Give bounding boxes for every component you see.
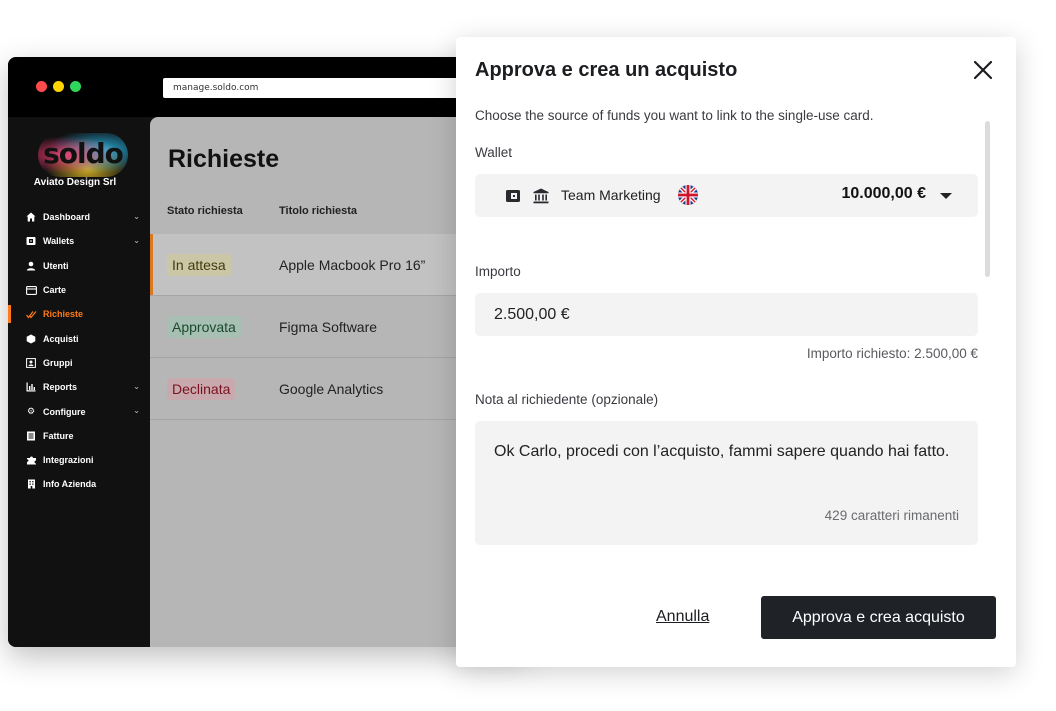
gear-icon: ⚙ bbox=[26, 406, 36, 417]
company-name: Aviato Design Srl bbox=[33, 177, 117, 188]
purchase-icon bbox=[25, 334, 37, 344]
request-title: Apple Macbook Pro 16” bbox=[279, 257, 426, 273]
soldo-logo[interactable]: soldo bbox=[38, 133, 128, 177]
modal-scrollbar[interactable] bbox=[985, 121, 990, 277]
modal-title: Approva e crea un acquisto bbox=[475, 59, 738, 81]
chevron-down-icon: ⌄ bbox=[133, 236, 140, 246]
home-icon bbox=[25, 212, 37, 222]
close-window-dot[interactable] bbox=[36, 81, 47, 92]
cancel-button[interactable]: Annulla bbox=[656, 608, 709, 626]
building-icon bbox=[25, 479, 37, 489]
status-badge: Approvata bbox=[167, 316, 241, 338]
chevron-down-icon: ⌄ bbox=[133, 382, 140, 392]
chart-icon bbox=[25, 382, 37, 392]
wallet-select[interactable]: Team Marketing 10.000,00 € bbox=[475, 174, 978, 217]
approve-create-purchase-button[interactable]: Approva e crea acquisto bbox=[761, 596, 996, 639]
sidebar-item-label: Richieste bbox=[43, 309, 84, 320]
sidebar-item-info-azienda[interactable]: Info Azienda bbox=[8, 472, 150, 496]
sidebar-item-label: Fatture bbox=[43, 430, 74, 441]
note-label: Nota al richiedente (opzionale) bbox=[475, 392, 659, 407]
groups-icon bbox=[25, 358, 37, 368]
app-window: manage.soldo.com soldo Aviato Design Srl… bbox=[8, 57, 528, 647]
user-icon bbox=[25, 261, 37, 271]
note-field[interactable]: Ok Carlo, procedi con l’acquisto, fammi … bbox=[475, 421, 978, 545]
note-textarea[interactable]: Ok Carlo, procedi con l’acquisto, fammi … bbox=[475, 421, 978, 511]
wallet-name: Team Marketing bbox=[561, 187, 661, 203]
approve-purchase-modal: Approva e crea un acquisto Choose the so… bbox=[456, 37, 1016, 667]
column-header-title[interactable]: Titolo richiesta bbox=[279, 205, 357, 217]
sidebar-item-label: Acquisti bbox=[43, 333, 79, 344]
sidebar-nav: Dashboard ⌄ Wallets ⌄ Utenti Carte Richi… bbox=[8, 205, 150, 497]
sidebar-item-label: Configure bbox=[43, 406, 86, 417]
sidebar-item-wallets[interactable]: Wallets ⌄ bbox=[8, 229, 150, 253]
page-title: Richieste bbox=[168, 145, 280, 173]
uk-flag-icon bbox=[678, 185, 698, 205]
sidebar-item-label: Gruppi bbox=[43, 357, 73, 368]
url-bar[interactable]: manage.soldo.com bbox=[163, 78, 503, 98]
close-modal-button[interactable] bbox=[970, 57, 996, 83]
sidebar-item-label: Integrazioni bbox=[43, 455, 94, 466]
amount-label: Importo bbox=[475, 264, 521, 279]
card-icon bbox=[25, 285, 37, 295]
request-title: Google Analytics bbox=[279, 381, 384, 397]
sidebar-item-label: Dashboard bbox=[43, 212, 91, 223]
wallet-balance: 10.000,00 € bbox=[841, 185, 926, 202]
wallet-icon bbox=[25, 236, 37, 246]
sidebar-item-label: Carte bbox=[43, 285, 67, 296]
sidebar-item-richieste[interactable]: Richieste bbox=[8, 302, 150, 326]
wallet-label: Wallet bbox=[475, 145, 513, 160]
browser-titlebar: manage.soldo.com bbox=[8, 57, 528, 117]
sidebar-item-gruppi[interactable]: Gruppi bbox=[8, 351, 150, 375]
sidebar: soldo Aviato Design Srl Dashboard ⌄ Wall… bbox=[8, 117, 150, 647]
amount-input[interactable] bbox=[475, 293, 978, 336]
logo-text: soldo bbox=[43, 137, 124, 170]
bank-icon bbox=[532, 187, 550, 205]
sidebar-item-reports[interactable]: Reports ⌄ bbox=[8, 375, 150, 399]
puzzle-icon bbox=[25, 455, 37, 465]
modal-description: Choose the source of funds you want to l… bbox=[475, 108, 874, 123]
sidebar-item-acquisti[interactable]: Acquisti bbox=[8, 326, 150, 350]
maximize-window-dot[interactable] bbox=[70, 81, 81, 92]
sidebar-item-label: Info Azienda bbox=[43, 479, 97, 490]
close-icon bbox=[973, 60, 993, 80]
minimize-window-dot[interactable] bbox=[53, 81, 64, 92]
remaining-characters: 429 caratteri rimanenti bbox=[824, 508, 959, 523]
wallet-icon bbox=[504, 187, 522, 205]
request-title: Figma Software bbox=[279, 319, 378, 335]
sidebar-item-fatture[interactable]: Fatture bbox=[8, 424, 150, 448]
sidebar-item-label: Reports bbox=[43, 382, 78, 393]
status-badge: In attesa bbox=[167, 254, 231, 276]
column-header-status[interactable]: Stato richiesta bbox=[167, 205, 243, 217]
requests-icon bbox=[25, 309, 37, 319]
sidebar-item-integrazioni[interactable]: Integrazioni bbox=[8, 448, 150, 472]
sidebar-item-carte[interactable]: Carte bbox=[8, 278, 150, 302]
requested-amount: Importo richiesto: 2.500,00 € bbox=[806, 346, 978, 361]
caret-down-icon bbox=[940, 193, 952, 199]
status-badge: Declinata bbox=[167, 378, 236, 400]
sidebar-item-utenti[interactable]: Utenti bbox=[8, 254, 150, 278]
sidebar-item-label: Utenti bbox=[43, 260, 69, 271]
sidebar-item-label: Wallets bbox=[43, 236, 75, 247]
invoice-icon bbox=[25, 431, 37, 441]
sidebar-item-dashboard[interactable]: Dashboard ⌄ bbox=[8, 205, 150, 229]
sidebar-item-configure[interactable]: ⚙ Configure ⌄ bbox=[8, 399, 150, 423]
chevron-down-icon: ⌄ bbox=[133, 406, 140, 416]
chevron-down-icon: ⌄ bbox=[133, 212, 140, 221]
